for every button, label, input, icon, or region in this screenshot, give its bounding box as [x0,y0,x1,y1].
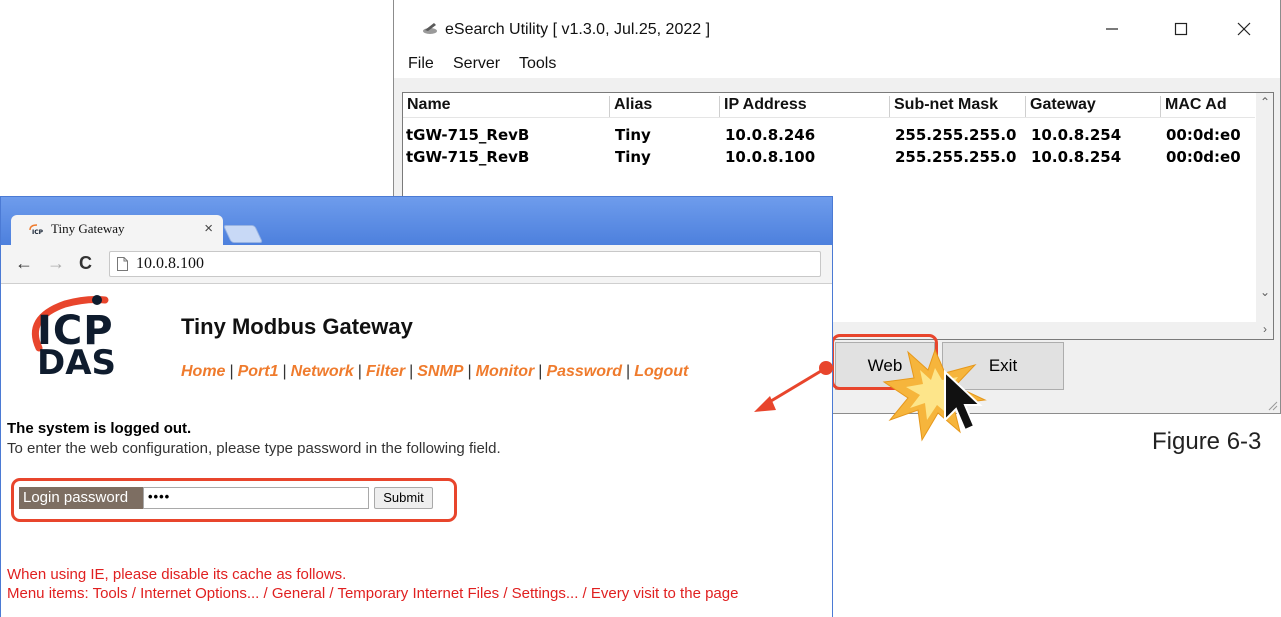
maximize-icon [1174,22,1188,36]
nav-network[interactable]: Network [291,363,354,380]
ie-cache-menu-path: Menu items: Tools / Internet Options... … [7,585,739,602]
password-field[interactable]: •••• [143,487,369,509]
esearch-title: eSearch Utility [ v1.3.0, Jul.25, 2022 ] [445,21,711,38]
page-icon [117,257,128,271]
cell-gateway: 10.0.8.254 [1031,126,1122,144]
icpdas-logo: ICP DAS [17,290,129,383]
scroll-right-icon[interactable]: › [1263,322,1267,336]
forward-icon[interactable]: → [47,253,65,274]
nav-port1[interactable]: Port1 [238,363,279,380]
cell-alias: Tiny [615,126,651,144]
menu-tools[interactable]: Tools [519,55,556,73]
nav-monitor[interactable]: Monitor [476,363,535,380]
cell-mac: 00:0d:e0 [1166,126,1241,144]
cell-alias: Tiny [615,148,651,166]
cell-name: tGW-715_RevB [406,148,530,166]
login-instruction: To enter the web configuration, please t… [7,440,501,457]
submit-button[interactable]: Submit [374,487,433,509]
nav-password[interactable]: Password [546,363,622,380]
nav-home[interactable]: Home [181,363,225,380]
cell-mac: 00:0d:e0 [1166,148,1241,166]
cell-mask: 255.255.255.0 [895,148,1017,166]
web-button-highlight [831,334,938,390]
column-header-mac[interactable]: MAC Ad [1161,96,1257,117]
address-bar[interactable]: 10.0.8.100 [109,251,821,277]
scroll-up-icon[interactable]: ⌃ [1260,95,1270,109]
nav-filter[interactable]: Filter [366,363,405,380]
figure-caption: Figure 6-3 [1152,428,1262,455]
exit-button[interactable]: Exit [942,342,1064,390]
tab-title: Tiny Gateway [51,221,125,236]
menu-server[interactable]: Server [453,55,500,73]
minimize-button[interactable] [1089,14,1135,44]
column-header-gateway[interactable]: Gateway [1026,96,1161,117]
column-header-name[interactable]: Name [403,96,610,117]
main-nav: Home | Port1 | Network | Filter | SNMP | Monitor | P… [181,363,689,380]
list-header: Name Alias IP Address Sub-net Mask Gatew… [403,93,1255,118]
table-row[interactable]: tGW-715_RevB Tiny 10.0.8.100 255.255.255… [403,148,1255,168]
new-tab-button[interactable] [222,225,264,243]
column-header-ip[interactable]: IP Address [720,96,890,117]
nav-logout[interactable]: Logout [634,363,688,380]
page-title: Tiny Modbus Gateway [181,314,413,339]
logo-das-text: DAS [37,343,117,383]
password-label: Login password [19,487,143,509]
ie-cache-note: When using IE, please disable its cache … [7,566,347,583]
menu-file[interactable]: File [408,55,434,73]
back-icon[interactable]: ← [15,253,33,274]
page-content: ICP DAS Tiny Modbus Gateway Home | Port1 | N… [1,284,832,617]
column-header-mask[interactable]: Sub-net Mask [890,96,1026,117]
browser-tabstrip: ICP Tiny Gateway × [1,197,832,245]
esearch-menubar: File Server Tools [394,48,1280,78]
cell-name: tGW-715_RevB [406,126,530,144]
url-text: 10.0.8.100 [136,255,204,272]
cell-ip: 10.0.8.100 [725,148,816,166]
resize-grip-icon[interactable] [1266,399,1278,411]
close-button[interactable] [1221,14,1267,44]
icpdas-favicon-icon: ICP [29,224,44,236]
esearch-app-icon [423,23,437,34]
vertical-scrollbar[interactable]: ⌃ ⌄ [1256,93,1273,323]
maximize-button[interactable] [1158,14,1204,44]
logout-message: The system is logged out. [7,420,192,437]
browser-window: ICP Tiny Gateway × ← → C 10.0.8.100 ICP … [0,196,833,617]
cell-mask: 255.255.255.0 [895,126,1017,144]
nav-snmp[interactable]: SNMP [417,363,463,380]
svg-text:ICP: ICP [32,229,44,236]
table-row[interactable]: tGW-715_RevB Tiny 10.0.8.246 255.255.255… [403,126,1255,146]
browser-toolbar: ← → C 10.0.8.100 [1,245,832,284]
close-icon [1237,22,1251,36]
tab-close-icon[interactable]: × [204,220,213,237]
esearch-titlebar: eSearch Utility [ v1.3.0, Jul.25, 2022 ] [394,0,1280,48]
reload-icon[interactable]: C [79,253,92,274]
column-header-alias[interactable]: Alias [610,96,720,117]
scroll-down-icon[interactable]: ⌄ [1260,285,1270,299]
cell-ip: 10.0.8.246 [725,126,816,144]
browser-tab[interactable]: ICP Tiny Gateway × [11,215,223,245]
minimize-icon [1106,28,1118,30]
cell-gateway: 10.0.8.254 [1031,148,1122,166]
